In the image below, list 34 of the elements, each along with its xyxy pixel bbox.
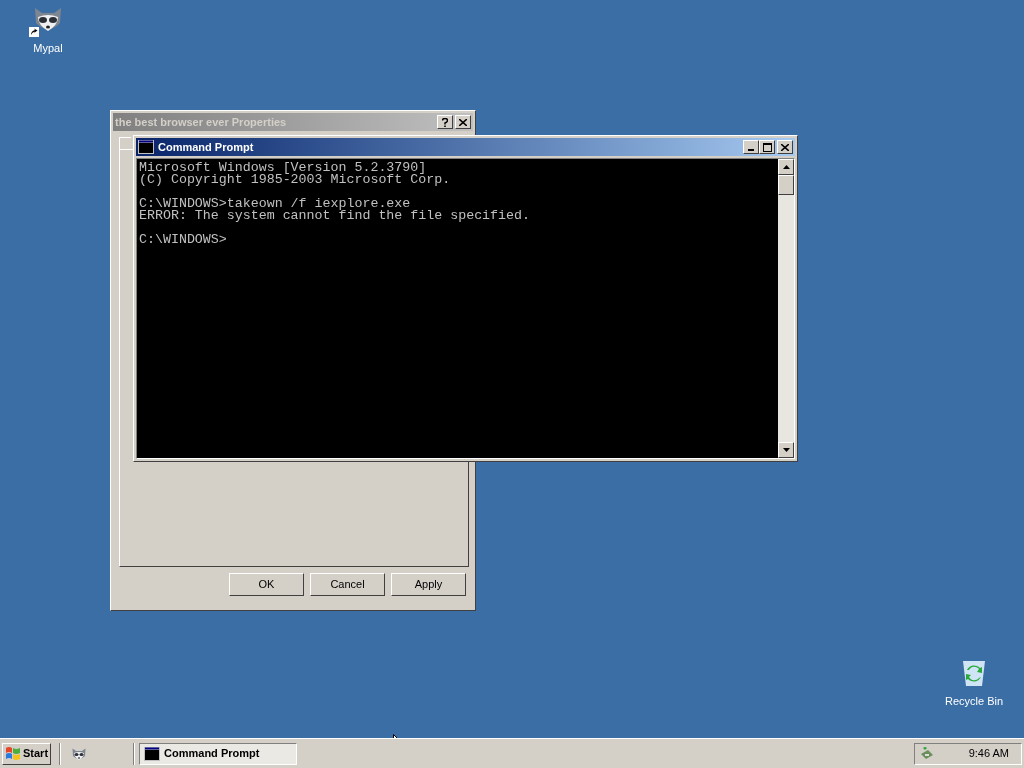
console-line: (C) Copyright 1985-2003 Microsoft Corp. [139, 174, 452, 186]
window-title: the best browser ever Properties [115, 114, 288, 130]
down-arrow-icon [782, 448, 790, 452]
desktop-icon-label[interactable]: Recycle Bin [944, 693, 1004, 710]
console-line: C:\WINDOWS>takeown /f iexplore.exe [139, 198, 411, 210]
dialog-button[interactable]: Apply [391, 573, 466, 596]
close-button[interactable] [455, 115, 471, 129]
windows-flag-icon [5, 745, 21, 762]
close-button[interactable] [777, 140, 793, 154]
scroll-up-button[interactable] [778, 159, 794, 175]
maximize-button[interactable] [759, 140, 775, 154]
console-line: Microsoft Windows [Version 5.2.3790] [139, 162, 427, 174]
close-icon [781, 143, 789, 151]
console-icon [138, 140, 154, 154]
minimize-button[interactable] [743, 140, 759, 154]
help-icon [442, 117, 448, 127]
window-title: Command Prompt [158, 139, 255, 155]
console-line: ERROR: The system cannot find the file specified. [139, 210, 531, 222]
network-icon[interactable] [919, 745, 935, 762]
start-button[interactable]: Start [2, 742, 52, 765]
console-line: C:\WINDOWS> [139, 234, 228, 246]
console-icon [144, 746, 161, 761]
dialog-button[interactable]: OK [229, 573, 304, 596]
scrollbar[interactable] [778, 159, 794, 458]
taskbar-button[interactable]: Command Prompt [139, 742, 298, 765]
up-arrow-icon [782, 165, 790, 169]
maximize-icon [762, 142, 772, 152]
desktop-icon-label[interactable]: Mypal [33, 40, 63, 57]
scroll-thumb[interactable] [778, 175, 794, 195]
dialog-button[interactable]: Cancel [310, 573, 385, 596]
clock[interactable]: 9:46 AM [968, 745, 1009, 762]
help-button[interactable] [437, 115, 453, 129]
close-icon [459, 118, 467, 126]
scroll-down-button[interactable] [778, 442, 794, 458]
